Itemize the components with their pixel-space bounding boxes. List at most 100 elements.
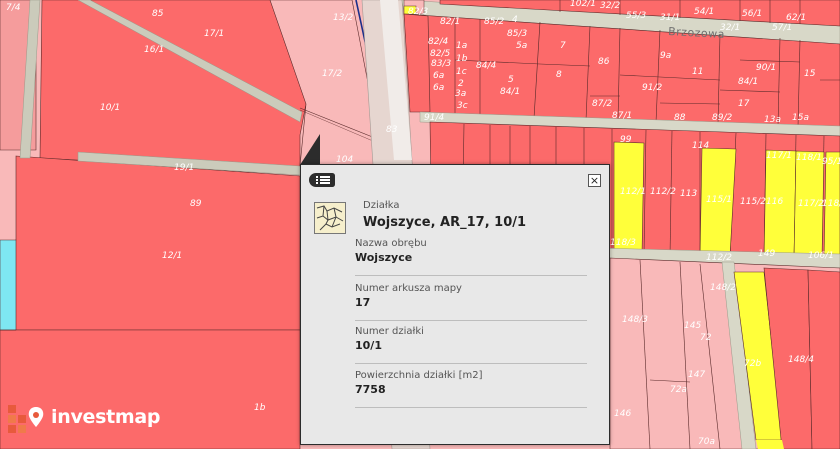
field-value: Wojszyce [355, 251, 413, 264]
parcel[interactable] [0, 155, 301, 331]
parcel-label: 95/1 [822, 157, 840, 167]
parcel-label: 6a [433, 71, 444, 81]
parcel-label: 10/1 [100, 103, 120, 113]
parcel-label: 7/4 [6, 3, 21, 13]
field-parcel-area: Powierzchnia działki [m2] 7758 [355, 364, 587, 408]
parcel-label: 91/2 [642, 83, 662, 93]
field-label: Nazwa obrębu [355, 238, 427, 249]
parcel-label: 1a [456, 41, 467, 51]
popup-title: Wojszyce, AR_17, 10/1 [363, 215, 527, 230]
parcel-outline-icon [314, 202, 346, 234]
parcel-label: 13/2 [333, 13, 353, 23]
parcel-label: 89/2 [712, 113, 732, 123]
parcel-label: 11 [692, 67, 703, 77]
parcel-label: 117/1 [766, 151, 792, 161]
parcel-label: 147 [688, 370, 705, 380]
parcel-label: 70a [698, 437, 715, 447]
field-parcel-number: Numer działki 10/1 [355, 320, 587, 364]
parcel-label: 87/1 [612, 111, 632, 121]
parcel-label: 12/1 [162, 251, 182, 261]
parcel-label: 85 [152, 9, 164, 19]
parcel-label: 148/3 [622, 315, 648, 325]
parcel-label: 57/1 [772, 23, 792, 33]
parcel-info-popup: × Działka Wojszyce, AR_17, 10/1 Nazwa ob… [300, 164, 610, 445]
parcel-label: 5 [508, 75, 514, 85]
parcel-label: 89 [190, 199, 202, 209]
parcel-label: 114 [692, 141, 709, 151]
popup-header: × [301, 165, 609, 195]
parcel-label: 54/1 [694, 7, 714, 17]
parcel-label: 5a [516, 41, 527, 51]
parcel-label: 83 [386, 125, 398, 135]
parcel-label: 118/3 [610, 238, 636, 248]
parcel-label: 148/4 [788, 355, 814, 365]
field-map-sheet: Numer arkusza mapy 17 [355, 277, 587, 321]
parcel-label: 17/1 [204, 29, 224, 39]
parcel-label: 91/4 [424, 113, 444, 123]
parcel[interactable] [756, 440, 784, 449]
field-label: Powierzchnia działki [m2] [355, 370, 483, 381]
parcel-label: 148/2 [710, 283, 736, 293]
parcel-label: 3a [455, 89, 466, 99]
parcel-label: 8 [556, 70, 562, 80]
parcel-label: 82/1 [440, 17, 460, 27]
parcel-label: 117/2 [798, 199, 824, 209]
parcel-label: 112/2 [650, 187, 676, 197]
field-label: Numer arkusza mapy [355, 283, 462, 294]
parcel-label: 82/5 [430, 49, 450, 59]
parcel-label: 31/1 [660, 13, 680, 23]
parcel-label: 113 [680, 189, 697, 199]
parcel-label: 15a [792, 113, 809, 123]
parcel-label: 118/1 [796, 153, 822, 163]
parcel-label: 1b [456, 54, 468, 64]
close-button[interactable]: × [588, 174, 601, 187]
parcel-label: 84/1 [738, 77, 758, 87]
parcel-label: 19/1 [174, 163, 194, 173]
list-menu-button[interactable] [309, 173, 335, 187]
parcel-label: 3c [457, 101, 468, 111]
parcel-label: 83/3 [431, 59, 451, 69]
parcel-label: 115/1 [706, 195, 732, 205]
parcel-label: 17/2 [322, 69, 342, 79]
parcel-label: 72 [700, 333, 712, 343]
parcel-label: 82/4 [428, 37, 448, 47]
parcel-label: 72b [744, 359, 761, 369]
parcel-label: 146 [614, 409, 631, 419]
field-value: 10/1 [355, 339, 382, 352]
parcel-label: 87/2 [592, 99, 612, 109]
parcel[interactable] [39, 0, 307, 173]
parcel-label: 9a [660, 51, 671, 61]
parcel-label: 85/3 [507, 29, 527, 39]
logo-text: investmap [51, 406, 161, 428]
parcel-label: 1c [456, 67, 467, 77]
parcel[interactable] [0, 239, 17, 331]
parcel-label: 149 [758, 249, 775, 259]
popup-pointer [300, 134, 320, 165]
parcel-label: 15 [804, 69, 816, 79]
field-precinct: Nazwa obrębu Wojszyce [355, 232, 587, 276]
parcel-label: 62/1 [786, 13, 806, 23]
parcel-label: 106/1 [808, 251, 834, 261]
parcel-label: 7 [560, 41, 566, 51]
parcel-label: 2 [458, 79, 464, 89]
parcel-label: 72a [670, 385, 687, 395]
parcel-label: 118/2 [822, 199, 840, 209]
parcel-label: 84/4 [476, 61, 496, 71]
parcel-label: 112/1 [620, 187, 646, 197]
parcel-label: 32/2 [600, 1, 620, 11]
parcel-label: 88 [674, 113, 686, 123]
parcel-label: 102/1 [570, 0, 596, 9]
logo-mark-icon [8, 405, 44, 433]
parcel-label: 56/1 [742, 9, 762, 19]
parcel-label: 86 [598, 57, 610, 67]
parcel-label: 85/2 [484, 17, 504, 27]
parcel-label: 84/1 [500, 87, 520, 97]
parcel-label: 116 [766, 197, 783, 207]
parcel-label: 115/2 [740, 197, 766, 207]
field-value: 17 [355, 296, 371, 309]
parcel-label: 13a [764, 115, 781, 125]
parcel-label: 145 [684, 321, 701, 331]
feature-type: Działka [363, 200, 400, 211]
parcel-label: 4 [512, 15, 518, 25]
parcel-label: 82/3 [408, 7, 428, 17]
